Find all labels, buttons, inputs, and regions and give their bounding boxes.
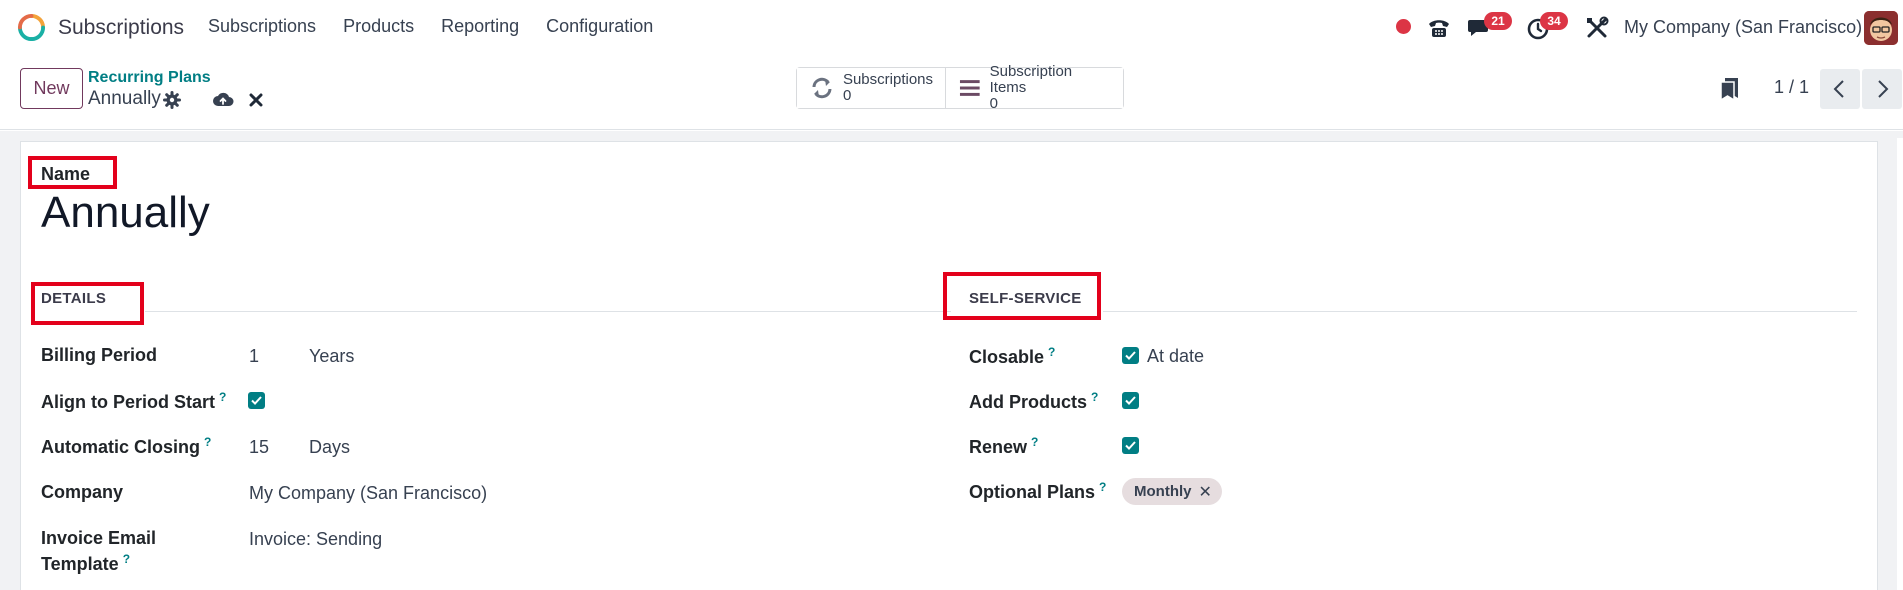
help-icon[interactable]: ? — [1048, 345, 1055, 359]
recording-dot-icon[interactable] — [1396, 19, 1411, 34]
invoice-template-label-line2: Template? — [41, 552, 130, 575]
scrollbar-track[interactable] — [1897, 138, 1903, 590]
discard-close-icon[interactable] — [247, 91, 265, 109]
add-products-text: Add Products — [969, 392, 1088, 412]
closable-text: Closable — [969, 347, 1045, 367]
help-icon[interactable]: ? — [1031, 435, 1038, 449]
invoice-template-label-text: Template — [41, 554, 119, 574]
company-field[interactable]: My Company (San Francisco) — [249, 483, 487, 504]
optional-plans-label: Optional Plans? — [969, 480, 1106, 503]
invoice-template-field[interactable]: Invoice: Sending — [249, 529, 382, 550]
list-icon — [959, 80, 980, 96]
user-avatar[interactable] — [1864, 11, 1898, 45]
help-icon[interactable]: ? — [1099, 480, 1106, 494]
plan-name-field[interactable]: Annually — [41, 188, 210, 238]
help-icon[interactable]: ? — [1091, 390, 1098, 404]
automatic-closing-unit[interactable]: Days — [309, 437, 350, 458]
menu-configuration[interactable]: Configuration — [546, 16, 653, 37]
add-products-label: Add Products? — [969, 390, 1098, 413]
main-menu: Subscriptions Products Reporting Configu… — [208, 16, 680, 37]
remove-tag-close-icon[interactable]: ✕ — [1199, 482, 1212, 502]
align-period-start-checkbox[interactable] — [248, 392, 265, 409]
app-logo-icon — [17, 13, 46, 42]
subscription-items-smart-button[interactable]: Subscription Items 0 — [945, 64, 1123, 112]
renew-checkbox[interactable] — [1122, 437, 1139, 454]
checkmark-icon — [1125, 396, 1136, 405]
control-panel: New Recurring Plans Annually Subscriptio… — [0, 57, 1903, 130]
optional-plans-text: Optional Plans — [969, 482, 1096, 502]
save-cloud-icon[interactable] — [212, 90, 234, 110]
messages-badge: 21 — [1484, 12, 1512, 30]
bookmark-icon[interactable] — [1718, 76, 1740, 102]
renew-text: Renew — [969, 437, 1028, 457]
billing-period-label: Billing Period — [41, 345, 158, 365]
top-navbar: Subscriptions Subscriptions Products Rep… — [0, 0, 1903, 57]
checkmark-icon — [1125, 351, 1136, 360]
highlight-box — [31, 282, 144, 325]
breadcrumb-current-record: Annually — [88, 88, 161, 109]
checkmark-icon — [1125, 441, 1136, 450]
checkmark-icon — [251, 396, 262, 405]
menu-subscriptions[interactable]: Subscriptions — [208, 16, 316, 37]
optional-plan-tag: Monthly ✕ — [1122, 478, 1222, 505]
pager-value[interactable]: 1 / 1 — [1774, 77, 1809, 98]
smart-button-label: Subscription Items — [989, 63, 1073, 96]
breadcrumb-recurring-plans[interactable]: Recurring Plans — [88, 69, 211, 87]
smart-button-label: Subscriptions — [842, 71, 933, 88]
tools-icon[interactable] — [1584, 15, 1610, 41]
billing-period-value[interactable]: 1 — [249, 346, 259, 367]
phone-icon[interactable] — [1426, 15, 1452, 41]
closable-option[interactable]: At date — [1147, 346, 1204, 367]
details-divider — [145, 311, 951, 312]
smart-button-count: 0 — [842, 87, 852, 104]
app-brand[interactable]: Subscriptions — [17, 13, 184, 42]
new-button[interactable]: New — [20, 68, 83, 109]
self-service-divider — [1103, 311, 1857, 312]
activities-badge: 34 — [1540, 12, 1568, 30]
align-period-start-label: Align to Period Start? — [41, 390, 226, 413]
app-name: Subscriptions — [58, 15, 185, 39]
refresh-icon — [812, 77, 832, 99]
company-switcher[interactable]: My Company (San Francisco) — [1624, 17, 1862, 38]
renew-label: Renew? — [969, 435, 1038, 458]
menu-reporting[interactable]: Reporting — [441, 16, 519, 37]
billing-period-unit[interactable]: Years — [309, 346, 354, 367]
pager-next-button[interactable] — [1862, 69, 1902, 109]
highlight-box — [28, 156, 117, 189]
user-avatar-image-icon — [1864, 11, 1898, 45]
align-period-start-text: Align to Period Start — [41, 392, 216, 412]
automatic-closing-text: Automatic Closing — [41, 437, 201, 457]
form-sheet: Name Annually DETAILS Billing Period 1 Y… — [20, 141, 1878, 590]
automatic-closing-value[interactable]: 15 — [249, 437, 269, 458]
closable-label: Closable? — [969, 345, 1055, 368]
gear-icon[interactable] — [163, 91, 181, 109]
smart-buttons: Subscriptions 0 Subscription Items 0 — [796, 64, 1124, 112]
menu-products[interactable]: Products — [343, 16, 414, 37]
closable-checkbox[interactable] — [1122, 347, 1139, 364]
chevron-right-icon — [1878, 80, 1889, 98]
help-icon[interactable]: ? — [123, 552, 130, 566]
automatic-closing-label: Automatic Closing? — [41, 435, 211, 458]
smart-button-count: 0 — [989, 95, 998, 112]
help-icon[interactable]: ? — [219, 390, 226, 404]
company-label: Company — [41, 482, 124, 502]
pager-previous-button[interactable] — [1820, 69, 1860, 109]
highlight-box — [943, 272, 1101, 320]
add-products-checkbox[interactable] — [1122, 392, 1139, 409]
optional-plan-tag-label: Monthly — [1134, 483, 1192, 500]
chevron-left-icon — [1833, 80, 1844, 98]
subscriptions-smart-button[interactable]: Subscriptions 0 — [797, 68, 945, 108]
invoice-template-label-line1: Invoice Email — [41, 528, 157, 548]
help-icon[interactable]: ? — [204, 435, 211, 449]
